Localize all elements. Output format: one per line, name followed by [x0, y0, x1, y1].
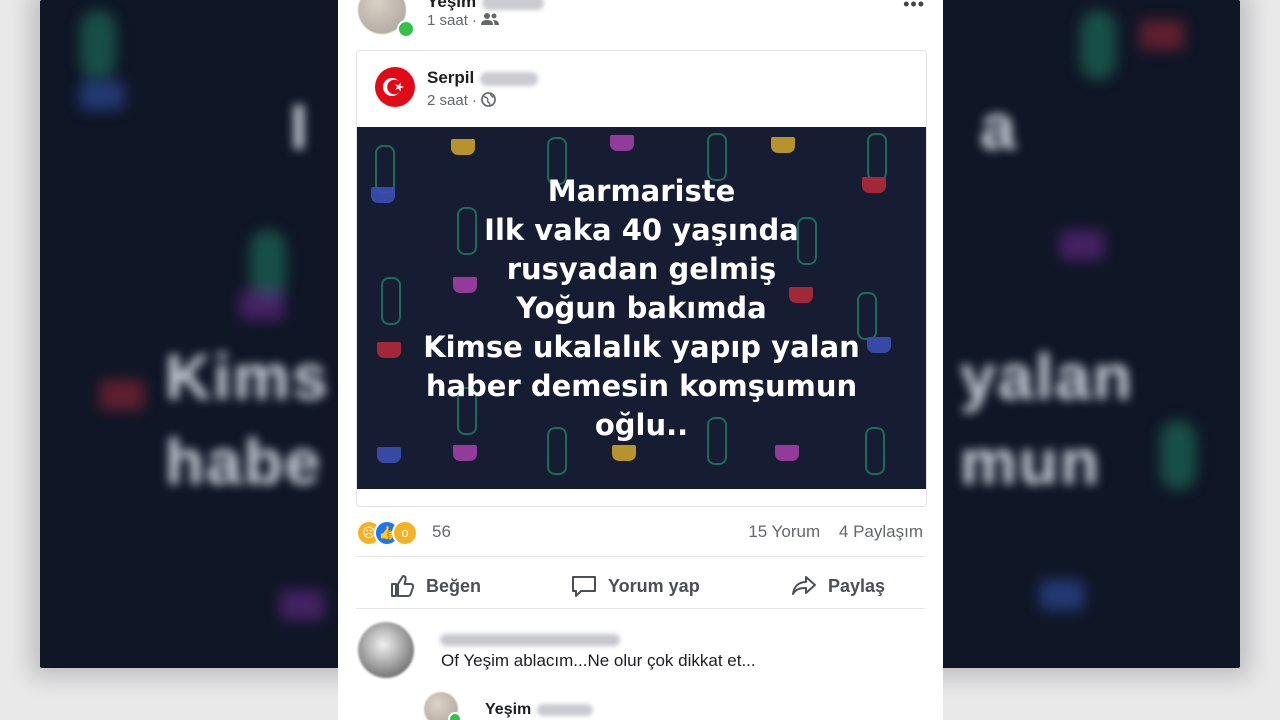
wow-reaction-icon: o [392, 520, 418, 546]
backdrop-text: mun [960, 426, 1102, 498]
post-text-line: Marmariste [547, 174, 736, 208]
post-text-line: Yoğun bakımda [516, 291, 767, 325]
share-label: Paylaş [828, 575, 886, 596]
turkish-flag-avatar[interactable] [375, 67, 415, 107]
comment-label: Yorum yap [608, 575, 700, 596]
pot-decoration [1060, 230, 1104, 260]
pot-decoration [100, 380, 144, 410]
cactus-decoration [1160, 420, 1196, 490]
pot-decoration [771, 137, 795, 153]
comment-text: Of Yeşim ablacım...Ne olur çok dikkat et… [441, 651, 756, 670]
backdrop-text: habe [165, 426, 323, 498]
cactus-decoration [80, 10, 116, 80]
comment-button[interactable]: Yorum yap [570, 566, 700, 606]
post-text-line: rusyadan gelmiş [506, 252, 777, 286]
backdrop-text: Kims [165, 341, 330, 413]
friends-icon [481, 13, 500, 25]
reaction-count: 56 [432, 522, 451, 541]
online-status-icon [448, 712, 462, 720]
post-author-name[interactable]: Yeşim [427, 0, 545, 12]
pot-decoration [610, 135, 634, 151]
engagement-stats: 15 Yorum 4 Paylaşım [734, 522, 923, 542]
pot-decoration [240, 290, 284, 320]
reply-author-name[interactable]: Yeşim [485, 701, 594, 719]
post-text-line: Kimse ukalalık yapıp yalan [423, 330, 860, 364]
like-label: Beğen [426, 575, 482, 596]
divider [356, 608, 925, 609]
post-time[interactable]: 1 saat [427, 12, 468, 29]
pot-decoration [377, 447, 401, 463]
pot-decoration [280, 590, 324, 620]
share-arrow-icon [792, 576, 816, 595]
pot-decoration [451, 139, 475, 155]
shared-post-meta: 2 saat · [427, 92, 497, 109]
comment-count-link[interactable]: 15 Yorum [748, 522, 820, 541]
backdrop-text: a [980, 91, 1018, 163]
pot-decoration [775, 445, 799, 461]
post-text-line: Ilk vaka 40 yaşında [484, 213, 799, 247]
post-text-line: haber demesin komşumun [425, 369, 858, 403]
crescent-star-icon [383, 78, 404, 96]
pot-decoration [1140, 20, 1184, 50]
pot-decoration [80, 80, 124, 110]
pot-decoration [1040, 580, 1084, 610]
like-button[interactable]: Beğen [388, 566, 481, 606]
divider [356, 556, 925, 557]
share-count-link[interactable]: 4 Paylaşım [839, 522, 923, 541]
commenter-name-blurred[interactable] [440, 634, 620, 646]
online-status-icon [397, 20, 415, 38]
cactus-decoration [1080, 10, 1116, 80]
post-meta: 1 saat · [427, 12, 500, 29]
commenter-avatar[interactable] [358, 622, 414, 678]
post-image-text: Marmariste Ilk vaka 40 yaşında rusyadan … [357, 172, 926, 445]
share-button[interactable]: Paylaş [790, 566, 885, 606]
shared-author-name[interactable]: Serpil [427, 68, 539, 88]
pot-decoration [612, 445, 636, 461]
pot-decoration [453, 445, 477, 461]
post-image[interactable]: Marmariste Ilk vaka 40 yaşında rusyadan … [357, 127, 926, 489]
more-options-icon[interactable]: ••• [903, 0, 925, 15]
shared-post-time[interactable]: 2 saat [427, 92, 468, 109]
post-actions: Beğen Yorum yap Paylaş [338, 566, 943, 606]
backdrop-text: yalan [960, 341, 1134, 413]
feed-post: Yeşim 1 saat · ••• Serpil 2 saat · Marma… [338, 0, 943, 720]
comment-icon [572, 576, 596, 597]
backdrop-text: I [290, 91, 310, 163]
shared-post-card[interactable]: Serpil 2 saat · Marmariste Ilk vaka 40 y… [356, 50, 927, 507]
thumbs-up-icon [391, 575, 415, 597]
post-text-line: oğlu.. [594, 408, 689, 442]
globe-icon [481, 92, 497, 107]
